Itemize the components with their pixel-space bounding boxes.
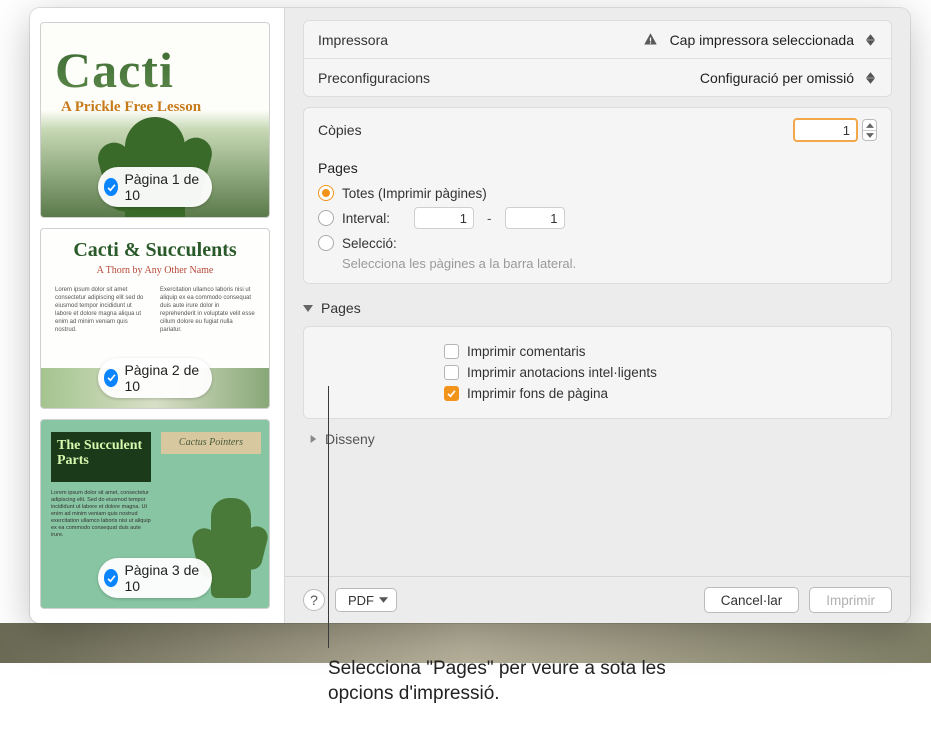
print-options-panel: Impressora Cap impressora seleccionada P…: [285, 8, 910, 623]
pages-all-label: Totes (Imprimir pàgines): [342, 186, 487, 201]
pages-selection-hint: Selecciona les pàgines a la barra latera…: [342, 256, 877, 271]
cancel-button[interactable]: Cancel·lar: [704, 587, 800, 613]
section-pages-disclosure[interactable]: Pages: [303, 294, 892, 322]
thumb2-body-text: Lorem ipsum dolor sit amet consectetur a…: [41, 276, 269, 344]
section-design-disclosure[interactable]: Disseny: [303, 419, 892, 447]
chevron-down-icon: [303, 303, 313, 313]
pages-range-row[interactable]: Interval: -: [318, 204, 877, 232]
print-dialog: Cacti A Prickle Free Lesson Pàgina 1 de …: [30, 8, 910, 623]
radio-range[interactable]: [318, 210, 334, 226]
help-button[interactable]: ?: [303, 589, 325, 611]
updown-icon: [864, 31, 877, 48]
check-icon: [104, 369, 118, 387]
chevron-down-icon: [379, 597, 388, 603]
radio-all[interactable]: [318, 185, 334, 201]
pdf-menu-button[interactable]: PDF: [335, 588, 397, 612]
presets-value: Configuració per omissió: [700, 70, 854, 86]
copies-input[interactable]: [793, 118, 858, 142]
page-badge-label: Pàgina 2 de 10: [124, 362, 200, 394]
thumb3-subtitle: Cactus Pointers: [161, 432, 261, 454]
pdf-label: PDF: [348, 593, 374, 608]
print-comments-row[interactable]: Imprimir comentaris: [444, 341, 875, 362]
section-design-title: Disseny: [325, 431, 375, 447]
page-badge-label: Pàgina 3 de 10: [124, 562, 200, 594]
callout-text: Selecciona "Pages" per veure a sota les …: [328, 656, 668, 706]
print-label: Imprimir: [826, 593, 875, 608]
dialog-footer: ? PDF Cancel·lar Imprimir: [285, 576, 910, 623]
thumb3-title: The Succulent Parts: [51, 432, 151, 482]
pages-options-box: Imprimir comentaris Imprimir anotacions …: [303, 326, 892, 419]
print-bg-row[interactable]: Imprimir fons de pàgina: [444, 383, 875, 404]
copies-stepper[interactable]: [862, 119, 877, 141]
printer-value: Cap impressora seleccionada: [670, 32, 854, 48]
stepper-down[interactable]: [863, 130, 876, 140]
copies-label: Còpies: [318, 122, 793, 138]
callout-leader-line: [328, 386, 329, 648]
checkbox-smart[interactable]: [444, 365, 459, 380]
thumbnail-page-2[interactable]: Cacti & Succulents A Thorn by Any Other …: [40, 228, 270, 408]
checkbox-bg[interactable]: [444, 386, 459, 401]
page-badge-label: Pàgina 1 de 10: [124, 171, 200, 203]
check-icon: [104, 178, 118, 196]
page-badge-3[interactable]: Pàgina 3 de 10: [98, 558, 212, 598]
page-thumbnails-sidebar: Cacti A Prickle Free Lesson Pàgina 1 de …: [30, 8, 285, 623]
check-icon: [104, 569, 118, 587]
range-to-input[interactable]: [505, 207, 565, 229]
print-smart-annotations-row[interactable]: Imprimir anotacions intel·ligents: [444, 362, 875, 383]
thumb1-title: Cacti: [41, 23, 269, 99]
printer-label: Impressora: [318, 32, 643, 48]
thumb2-subtitle: A Thorn by Any Other Name: [41, 265, 269, 276]
range-dash: -: [487, 211, 492, 226]
thumb1-subtitle: A Prickle Free Lesson: [41, 99, 269, 116]
pages-all-row[interactable]: Totes (Imprimir pàgines): [318, 182, 877, 204]
section-pages-title: Pages: [321, 300, 361, 316]
print-button[interactable]: Imprimir: [809, 587, 892, 613]
checkbox-smart-label: Imprimir anotacions intel·ligents: [467, 365, 657, 380]
checkbox-comments-label: Imprimir comentaris: [467, 344, 586, 359]
copies-pages-group: Còpies Pages Totes (Imprimir pàgines): [303, 107, 892, 284]
printer-select[interactable]: Cap impressora seleccionada: [643, 31, 877, 48]
pages-range-label: Interval:: [342, 211, 390, 226]
pages-selection-label: Selecció:: [342, 236, 397, 251]
thumbnail-page-1[interactable]: Cacti A Prickle Free Lesson Pàgina 1 de …: [40, 22, 270, 218]
thumb2-title: Cacti & Succulents: [41, 229, 269, 262]
cancel-label: Cancel·lar: [721, 593, 783, 608]
updown-icon: [864, 69, 877, 86]
stepper-up[interactable]: [863, 120, 876, 130]
thumbnail-page-3[interactable]: The Succulent Parts Cactus Pointers Lore…: [40, 419, 270, 609]
page-badge-2[interactable]: Pàgina 2 de 10: [98, 358, 212, 398]
checkbox-bg-label: Imprimir fons de pàgina: [467, 386, 608, 401]
pages-selection-row[interactable]: Selecció:: [318, 232, 877, 254]
pages-heading: Pages: [318, 160, 877, 176]
warning-icon: [643, 32, 658, 47]
thumb3-body: Lorem ipsum dolor sit amet, consectetur …: [51, 490, 151, 539]
radio-selection[interactable]: [318, 235, 334, 251]
presets-select[interactable]: Configuració per omissió: [700, 69, 877, 86]
cactus-illustration: [211, 498, 251, 598]
range-from-input[interactable]: [414, 207, 474, 229]
presets-label: Preconfiguracions: [318, 70, 700, 86]
page-badge-1[interactable]: Pàgina 1 de 10: [98, 167, 212, 207]
checkbox-comments[interactable]: [444, 344, 459, 359]
chevron-right-icon: [309, 435, 317, 443]
printer-presets-group: Impressora Cap impressora seleccionada P…: [303, 20, 892, 97]
